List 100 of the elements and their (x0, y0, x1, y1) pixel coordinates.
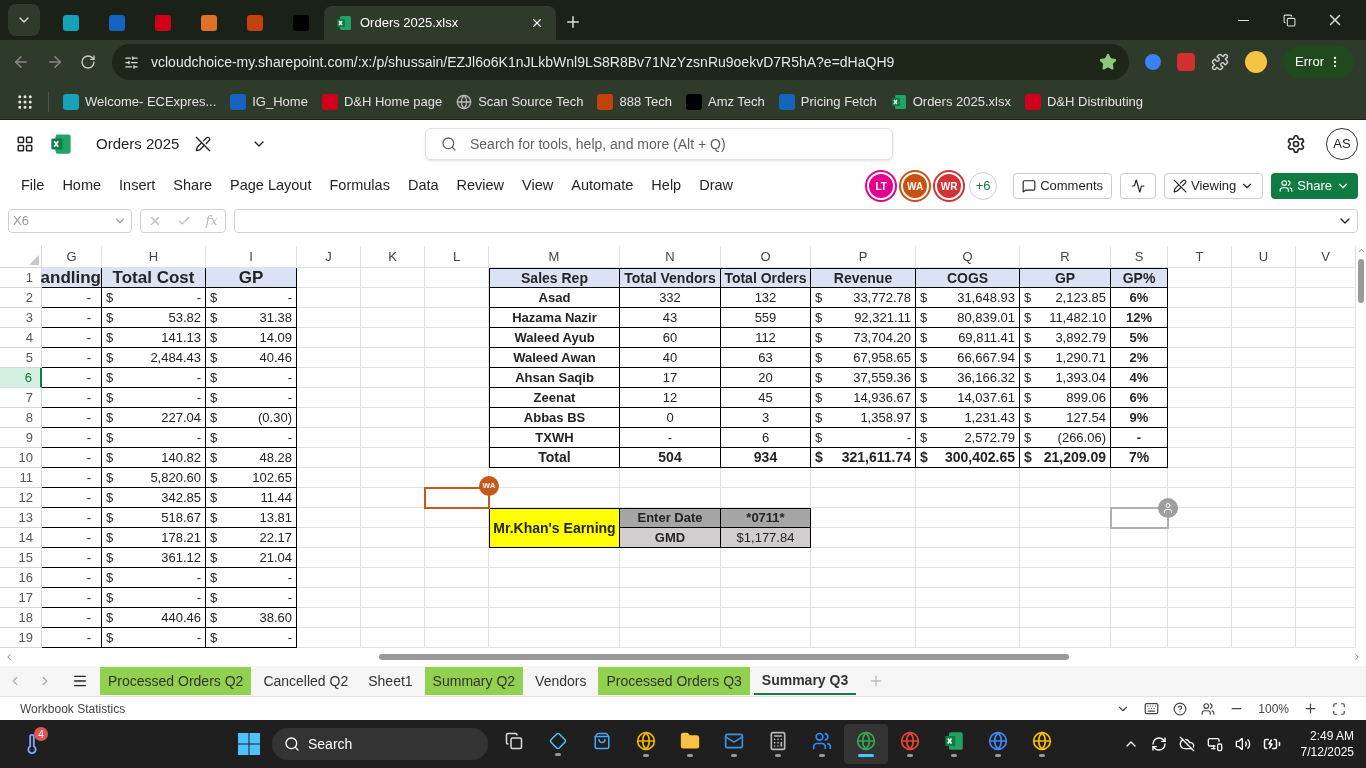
row-header[interactable]: 9 (0, 428, 42, 448)
sheet-tab[interactable]: Vendors (527, 667, 595, 695)
cloud-off-icon[interactable] (1178, 736, 1195, 752)
menu-tab[interactable]: Page Layout (221, 175, 321, 197)
clock[interactable]: 2:49 AM 7/12/2025 (1300, 728, 1354, 760)
bookmark[interactable]: D&H Home page (321, 91, 443, 112)
share-button[interactable]: Share (1271, 173, 1358, 199)
row-header[interactable]: 7 (0, 388, 42, 408)
bookmark[interactable]: IG_Home (230, 91, 308, 112)
row-header[interactable]: 12 (0, 488, 42, 508)
formula-input[interactable] (234, 209, 1358, 233)
tab-search-button[interactable] (8, 4, 40, 36)
menu-tab[interactable]: Formulas (320, 175, 399, 197)
browser-tab[interactable]: Orders 2025.xlsx (324, 6, 556, 40)
keyboard-icon[interactable] (1144, 701, 1160, 716)
sync-icon[interactable] (1150, 736, 1167, 752)
row-header[interactable]: 2 (0, 288, 42, 308)
sheet-tab[interactable]: Processed Orders Q3 (598, 667, 750, 695)
table-cell: TXWH (489, 428, 620, 448)
row-header[interactable]: 10 (0, 448, 42, 468)
scroll-right-icon[interactable] (1352, 652, 1362, 662)
collaborator-avatar[interactable]: WR (935, 172, 964, 200)
scrollbar-thumb[interactable] (379, 654, 1069, 660)
back-icon[interactable] (12, 53, 30, 71)
row-header[interactable]: 17 (0, 588, 42, 608)
menu-tab[interactable]: Automate (562, 175, 643, 197)
row-header[interactable]: 5 (0, 348, 42, 368)
star-icon[interactable] (1099, 53, 1118, 71)
bookmark[interactable]: Amz Tech (686, 91, 765, 112)
menu-tab[interactable]: Help (642, 175, 691, 197)
row-header[interactable]: 15 (0, 548, 42, 568)
all-sheets-icon[interactable] (72, 673, 88, 689)
start-icon[interactable] (238, 733, 260, 755)
currency-symbol: $ (815, 408, 823, 427)
row-header[interactable]: 18 (0, 608, 42, 628)
row-header[interactable]: 16 (0, 568, 42, 588)
sheet-tab[interactable]: Summary Q2 (424, 667, 524, 695)
mode-button[interactable]: Viewing (1164, 173, 1264, 199)
zoom-level[interactable]: 100% (1258, 699, 1289, 718)
sheet-tab[interactable]: Processed Orders Q2 (100, 667, 252, 695)
row-header[interactable]: 19 (0, 628, 42, 648)
extensions-icon[interactable] (1211, 53, 1230, 71)
activity-button[interactable] (1120, 173, 1156, 199)
people-icon[interactable] (1201, 701, 1216, 716)
row-header[interactable]: 14 (0, 528, 42, 548)
sheet-tab[interactable]: Sheet1 (360, 667, 421, 695)
currency-symbol: $ (1024, 408, 1032, 427)
cell-value: 36,166.32 (957, 368, 1015, 387)
bookmark[interactable]: Orders 2025.xlsx (890, 91, 1011, 112)
forward-icon[interactable] (46, 53, 64, 71)
row-header[interactable]: 3 (0, 308, 42, 328)
bookmark[interactable]: 888 Tech (597, 91, 672, 112)
row-header[interactable]: 6 (0, 368, 42, 388)
bookmark[interactable]: Scan Source Tech (456, 91, 584, 112)
fullscreen-icon[interactable] (1332, 701, 1346, 716)
cell-value: 53.82 (168, 308, 201, 327)
file-name[interactable]: Orders 2025 (96, 132, 180, 156)
address-bar[interactable]: vcloudchoice-my.sharepoint.com/:x:/p/shussain/EZJl6o6K1nJLkbWnl9LS8R8Bv71NzYzsnRu9oekvD7R5hA?e=dHaQH9 (112, 44, 1130, 80)
menu-tab[interactable]: Review (447, 175, 514, 197)
workbook-statistics[interactable]: Workbook Statistics (20, 699, 126, 718)
menu-tab[interactable]: Insert (110, 175, 165, 197)
menu-tab[interactable]: View (513, 175, 563, 197)
row-header[interactable]: 1 (0, 268, 42, 288)
volume-icon[interactable] (1234, 736, 1251, 752)
new-tab-icon[interactable] (564, 13, 582, 31)
collaborator-avatar[interactable]: LT (867, 172, 896, 200)
row-header[interactable]: 11 (0, 468, 42, 488)
table-cell: 934 (721, 448, 811, 468)
site-settings-icon[interactable] (124, 54, 139, 70)
profile-avatar[interactable] (1245, 51, 1268, 73)
sheet-tab[interactable]: Cancelled Q2 (255, 667, 357, 695)
comments-button[interactable]: Comments (1013, 173, 1112, 199)
settings-icon[interactable] (1286, 134, 1306, 154)
menu-tab[interactable]: Draw (690, 175, 742, 197)
menu-tab[interactable]: Home (53, 175, 111, 197)
bookmark[interactable]: D&H Distributing (1024, 91, 1144, 112)
row-header[interactable]: 4 (0, 328, 42, 348)
close-icon[interactable] (530, 16, 544, 30)
search-field[interactable]: Search for tools, help, and more (Alt + Q) (425, 128, 893, 160)
scroll-left-icon[interactable] (4, 652, 14, 662)
reload-icon[interactable] (80, 54, 96, 70)
taskbar-search[interactable]: Search (272, 728, 488, 760)
zoom-in-icon[interactable] (1303, 701, 1318, 716)
app-launcher-icon[interactable] (16, 135, 34, 153)
row-header[interactable]: 8 (0, 408, 42, 428)
collaborator-avatar[interactable]: WA (901, 172, 930, 200)
menu-tab[interactable]: Share (164, 175, 222, 197)
extension-icon[interactable] (1145, 54, 1162, 70)
row-header[interactable]: 13 (0, 508, 42, 528)
display-icon[interactable] (1206, 736, 1223, 752)
scroll-up-icon[interactable] (1356, 246, 1366, 255)
apps-icon[interactable] (16, 92, 34, 111)
scrollbar-thumb[interactable] (1358, 259, 1364, 303)
help-icon[interactable] (1173, 701, 1188, 716)
profile-error-button[interactable]: Error (1283, 46, 1354, 78)
taskbar-app[interactable] (844, 724, 888, 764)
bookmark[interactable]: Welcome- ECExpres... (63, 91, 217, 112)
bookmark[interactable]: Pricing Fetch (778, 91, 877, 112)
menu-tab[interactable]: File (12, 175, 54, 197)
menu-tab[interactable]: Data (398, 175, 448, 197)
